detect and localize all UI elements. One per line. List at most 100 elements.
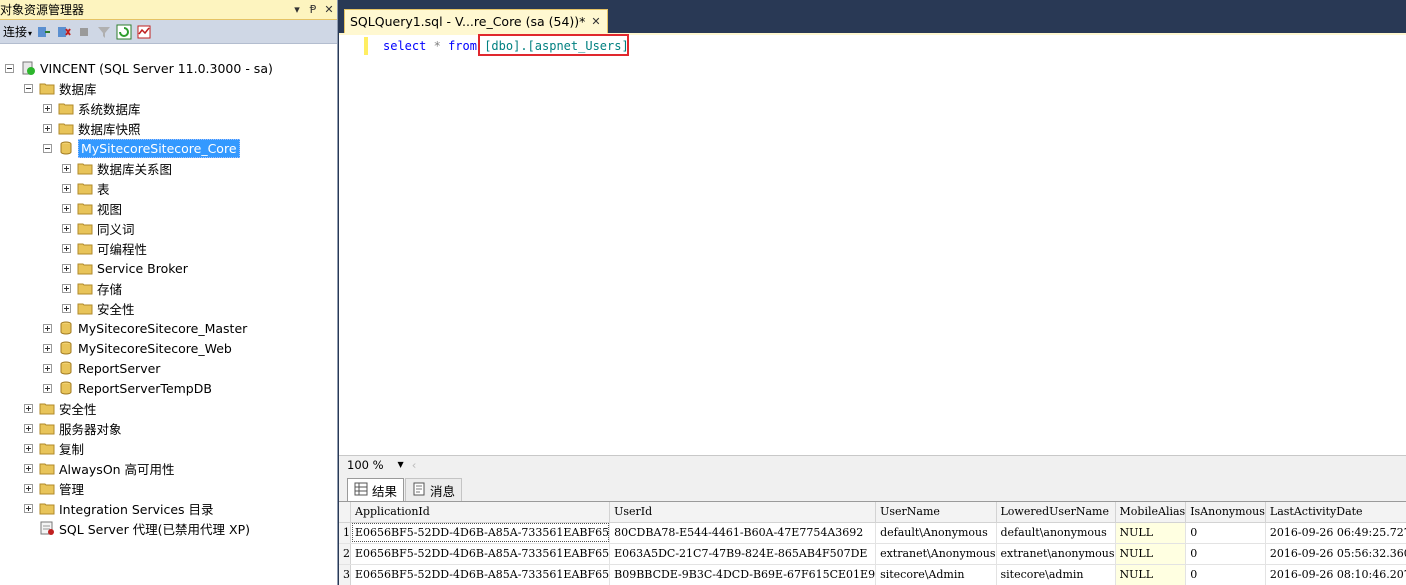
table-cell[interactable]: sitecore\admin (996, 564, 1116, 585)
tree-node-core-child[interactable]: 视图 (62, 198, 122, 218)
expand-toggle[interactable] (43, 383, 52, 393)
table-cell[interactable]: NULL (1115, 543, 1187, 565)
expand-toggle[interactable] (62, 303, 71, 313)
expand-toggle[interactable] (62, 163, 71, 173)
tab-messages[interactable]: 消息 (405, 478, 463, 501)
table-cell[interactable]: default\anonymous (996, 522, 1116, 544)
scroll-left-icon[interactable]: ‹ (412, 458, 417, 472)
expand-toggle[interactable] (62, 243, 71, 253)
query-editor[interactable]: select * from [dbo].[aspnet_Users] (339, 33, 1406, 455)
expand-toggle[interactable] (24, 423, 33, 433)
column-header[interactable]: LoweredUserName (996, 502, 1116, 523)
tree-node-system-databases[interactable]: 系统数据库 (43, 98, 141, 118)
tree-node-server-folder[interactable]: 安全性 (24, 398, 97, 418)
column-header[interactable]: UserId (609, 502, 877, 523)
zoom-dropdown[interactable]: 100 % ▼ (347, 458, 404, 472)
tree-node-core-child[interactable]: 安全性 (62, 298, 135, 318)
column-header[interactable]: MobileAlias (1115, 502, 1187, 523)
row-number-header[interactable] (339, 502, 351, 523)
expand-toggle[interactable] (62, 203, 71, 213)
collapse-toggle[interactable] (5, 63, 14, 73)
table-cell[interactable]: 80CDBA78-E544-4461-B60A-47E7754A3692 (609, 522, 877, 544)
expand-toggle[interactable] (62, 263, 71, 273)
row-number[interactable]: 3 (339, 564, 351, 585)
close-icon[interactable]: ✕ (591, 15, 600, 28)
column-header[interactable]: ApplicationId (350, 502, 611, 523)
table-cell[interactable]: NULL (1115, 564, 1187, 585)
expand-toggle[interactable] (62, 283, 71, 293)
tree-node-database[interactable]: ReportServerTempDB (43, 378, 212, 398)
table-cell[interactable]: NULL (1115, 522, 1187, 544)
stop-icon[interactable] (76, 24, 92, 40)
expand-toggle[interactable] (43, 323, 52, 333)
tree-node-server-folder[interactable]: AlwaysOn 高可用性 (24, 458, 175, 478)
table-cell[interactable]: 2016-09-26 06:49:25.727 (1265, 522, 1406, 544)
table-cell[interactable]: 0 (1185, 564, 1266, 585)
tree-node-agent[interactable]: SQL Server 代理(已禁用代理 XP) (24, 518, 250, 538)
table-cell[interactable]: E0656BF5-52DD-4D6B-A85A-733561EABF65 (350, 564, 611, 585)
table-cell[interactable]: E0656BF5-52DD-4D6B-A85A-733561EABF65 (350, 522, 611, 544)
connect-button[interactable]: 连接▾ (3, 23, 32, 40)
tree-node-server[interactable]: VINCENT (SQL Server 11.0.3000 - sa) (5, 58, 273, 78)
tree-node-core-child[interactable]: Service Broker (62, 258, 188, 278)
connect-icon[interactable] (36, 24, 52, 40)
expand-toggle[interactable] (62, 183, 71, 193)
close-icon[interactable]: ✕ (321, 3, 337, 16)
table-cell[interactable]: 0 (1185, 522, 1266, 544)
column-header[interactable]: LastActivityDate (1265, 502, 1406, 523)
expand-toggle[interactable] (62, 223, 71, 233)
tree-node-core-child[interactable]: 表 (62, 178, 110, 198)
expand-toggle[interactable] (24, 463, 33, 473)
row-number[interactable]: 1 (339, 522, 351, 544)
tree-node-core-child[interactable]: 同义词 (62, 218, 135, 238)
tree-node-server-folder[interactable]: Integration Services 目录 (24, 498, 214, 518)
collapse-toggle[interactable] (43, 143, 52, 153)
table-cell[interactable]: 0 (1185, 543, 1266, 565)
tree-node-server-folder[interactable]: 复制 (24, 438, 84, 458)
table-cell[interactable]: E063A5DC-21C7-47B9-824E-865AB4F507DE (609, 543, 877, 565)
results-grid[interactable]: ApplicationId UserId UserName LoweredUse… (339, 501, 1406, 585)
tree-node-server-folder[interactable]: 管理 (24, 478, 84, 498)
collapse-toggle[interactable] (24, 83, 33, 93)
expand-toggle[interactable] (24, 483, 33, 493)
tree-node-database[interactable]: MySitecoreSitecore_Web (43, 338, 232, 358)
pin-icon[interactable]: Ᵽ (305, 3, 321, 16)
expand-toggle[interactable] (24, 403, 33, 413)
tree-node-db-snapshots[interactable]: 数据库快照 (43, 118, 141, 138)
expand-toggle[interactable] (24, 443, 33, 453)
table-cell[interactable]: extranet\anonymous (996, 543, 1116, 565)
table-cell[interactable]: B09BBCDE-9B3C-4DCD-B69E-67F615CE01E9 (609, 564, 877, 585)
chevron-down-icon[interactable]: ▾ (289, 3, 305, 16)
tree-node-core-child[interactable]: 存储 (62, 278, 122, 298)
tab-results[interactable]: 结果 (347, 478, 405, 501)
table-cell[interactable]: default\Anonymous (875, 522, 997, 544)
row-number[interactable]: 2 (339, 543, 351, 565)
refresh-icon[interactable] (116, 24, 132, 40)
tree-node-core-child[interactable]: 可编程性 (62, 238, 147, 258)
column-header[interactable]: IsAnonymous (1185, 502, 1266, 523)
folder-icon (39, 80, 55, 96)
table-cell[interactable]: 2016-09-26 05:56:32.360 (1265, 543, 1406, 565)
table-cell[interactable]: sitecore\Admin (875, 564, 997, 585)
table-cell[interactable]: E0656BF5-52DD-4D6B-A85A-733561EABF65 (350, 543, 611, 565)
expand-toggle[interactable] (43, 363, 52, 373)
expand-toggle[interactable] (43, 123, 52, 133)
database-icon (58, 340, 74, 356)
table-cell[interactable]: 2016-09-26 08:10:46.207 (1265, 564, 1406, 585)
tree-node-database[interactable]: MySitecoreSitecore_Master (43, 318, 247, 338)
tree-node-database[interactable]: ReportServer (43, 358, 160, 378)
column-header[interactable]: UserName (875, 502, 997, 523)
disconnect-icon[interactable] (56, 24, 72, 40)
tab-sqlquery1[interactable]: SQLQuery1.sql - V...re_Core (sa (54))* ✕ (344, 9, 608, 33)
filter-icon[interactable] (96, 24, 112, 40)
expand-toggle[interactable] (43, 343, 52, 353)
tree-node-core-db[interactable]: MySitecoreSitecore_Core (43, 138, 240, 158)
activity-monitor-icon[interactable] (136, 24, 152, 40)
expand-toggle[interactable] (43, 103, 52, 113)
tree-node-server-folder[interactable]: 服务器对象 (24, 418, 122, 438)
tree-label: 安全性 (97, 301, 135, 317)
tree-node-databases[interactable]: 数据库 (24, 78, 97, 98)
table-cell[interactable]: extranet\Anonymous (875, 543, 997, 565)
expand-toggle[interactable] (24, 503, 33, 513)
tree-node-core-child[interactable]: 数据库关系图 (62, 158, 172, 178)
